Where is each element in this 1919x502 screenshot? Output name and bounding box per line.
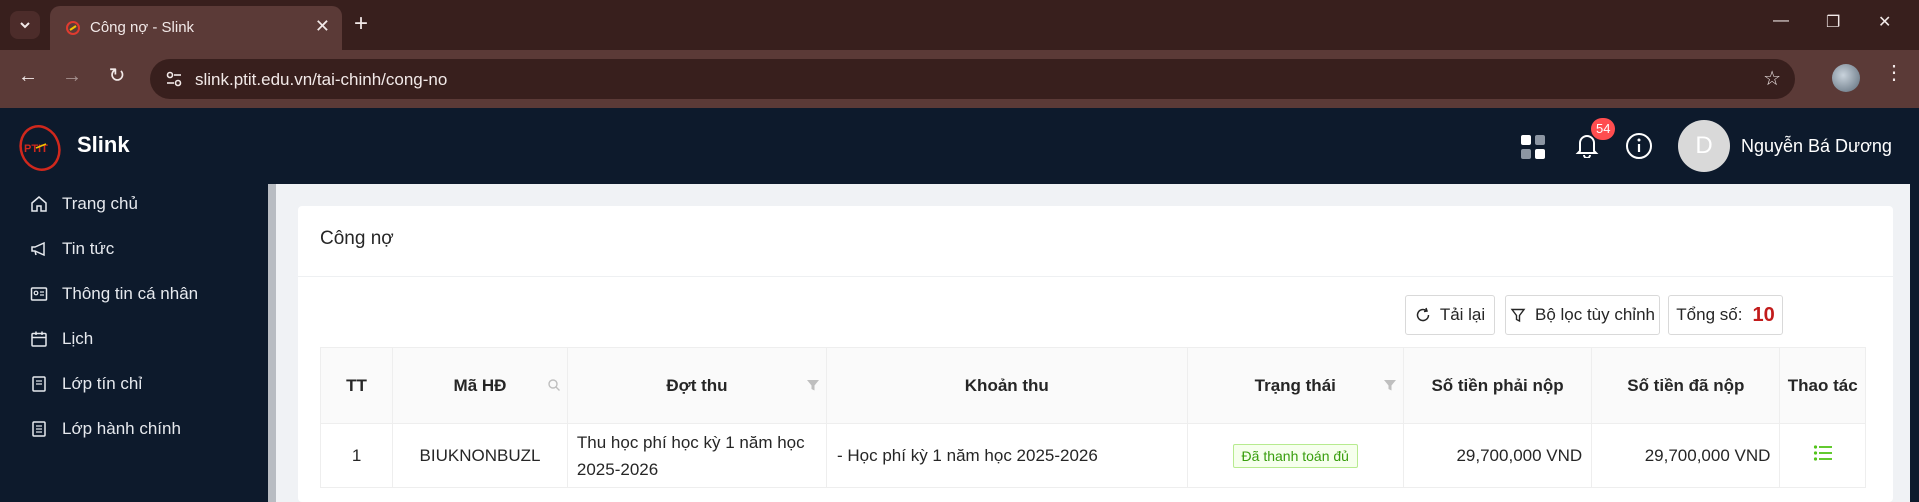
- notification-count-badge: 54: [1591, 118, 1616, 140]
- forward-arrow-icon[interactable]: →: [58, 64, 86, 88]
- filter-icon[interactable]: [806, 378, 820, 392]
- megaphone-icon: [31, 241, 45, 257]
- sidebar-item-label: Lịch: [62, 329, 94, 348]
- divider: [298, 276, 1893, 277]
- column-header-phai-nop: Số tiền phải nộp: [1402, 347, 1593, 424]
- reload-label: Tải lại: [1439, 305, 1486, 324]
- user-avatar[interactable]: D: [1678, 120, 1730, 172]
- site-favicon-icon: [66, 21, 80, 35]
- book-icon: [32, 376, 46, 392]
- browser-toolbar: ← → ↻ slink.ptit.edu.vn/tai-chinh/cong-n…: [0, 50, 1919, 108]
- cell-trang-thai: Đã thanh toán đủ: [1186, 423, 1404, 488]
- profile-avatar-icon[interactable]: [1832, 64, 1860, 92]
- sidebar: Trang chủ Tin tức Thông tin cá nhân Lịch…: [0, 184, 276, 502]
- cell-thao-tac: [1779, 423, 1866, 488]
- sidebar-item-label: Tin tức: [62, 239, 115, 258]
- sidebar-item-admin-class[interactable]: Lớp hành chính: [30, 417, 181, 441]
- bookmark-star-icon[interactable]: ☆: [1763, 66, 1781, 91]
- total-value: 10: [1752, 303, 1775, 326]
- cell-dot-thu: Thu học phí học kỳ 1 năm học 2025-2026: [566, 423, 828, 488]
- apps-grid-icon[interactable]: [1520, 134, 1546, 160]
- column-header-da-nop: Số tiền đã nộp: [1591, 347, 1781, 424]
- new-tab-button[interactable]: +: [354, 10, 368, 38]
- sidebar-item-calendar[interactable]: Lịch: [30, 327, 93, 351]
- browser-tab-active[interactable]: Công nợ - Slink ✕: [50, 6, 342, 50]
- cell-tt: 1: [319, 423, 394, 488]
- info-icon[interactable]: [1625, 132, 1653, 160]
- address-bar[interactable]: slink.ptit.edu.vn/tai-chinh/cong-no ☆: [150, 59, 1795, 99]
- page-scrollbar[interactable]: [1910, 108, 1919, 502]
- restore-icon[interactable]: ❐: [1826, 12, 1840, 32]
- reload-icon[interactable]: ↻: [103, 64, 131, 88]
- book-icon: [32, 421, 46, 437]
- column-header-thao-tac: Thao tác: [1779, 347, 1866, 424]
- tab-close-icon[interactable]: ✕: [315, 17, 330, 35]
- column-header-ma-hd[interactable]: Mã HĐ: [392, 347, 568, 424]
- reload-button[interactable]: Tải lại: [1405, 295, 1495, 335]
- home-icon: [31, 196, 47, 212]
- back-arrow-icon[interactable]: ←: [14, 64, 42, 88]
- filter-icon[interactable]: [1383, 378, 1397, 392]
- tab-title: Công nợ - Slink: [90, 19, 195, 36]
- url-text: slink.ptit.edu.vn/tai-chinh/cong-no: [195, 70, 448, 89]
- total-count-box: Tổng số: 10: [1668, 295, 1783, 335]
- window-close-icon[interactable]: ✕: [1878, 12, 1891, 32]
- page-title: Công nợ: [320, 228, 394, 249]
- search-icon[interactable]: [547, 378, 561, 392]
- sidebar-item-news[interactable]: Tin tức: [30, 237, 114, 261]
- app-header: PTIT Slink 54 D Nguyễn Bá Dương: [0, 108, 1919, 184]
- site-settings-icon[interactable]: [164, 69, 184, 89]
- sidebar-item-label: Trang chủ: [62, 194, 138, 213]
- user-name[interactable]: Nguyễn Bá Dương: [1741, 136, 1892, 157]
- sidebar-item-profile[interactable]: Thông tin cá nhân: [30, 282, 198, 306]
- debt-card: Công nợ Tải lại Bộ lọc tùy chỉnh Tổng số…: [298, 206, 1893, 502]
- filter-icon: [1510, 308, 1526, 323]
- tab-search-button[interactable]: [10, 11, 40, 39]
- table-header-row: TT Mã HĐ Đợt thu Khoản thu Trạng thái Số…: [319, 347, 1866, 424]
- table-row: 1 BIUKNONBUZL Thu học phí học kỳ 1 năm h…: [319, 423, 1866, 488]
- column-header-tt: TT: [319, 347, 394, 424]
- brand-name[interactable]: Slink: [77, 132, 130, 158]
- column-header-dot-thu[interactable]: Đợt thu: [566, 347, 828, 424]
- cell-khoan-thu: - Học phí kỳ 1 năm học 2025-2026: [826, 423, 1188, 488]
- sidebar-item-label: Lớp hành chính: [62, 419, 181, 438]
- column-header-trang-thai[interactable]: Trạng thái: [1186, 347, 1404, 424]
- sidebar-item-label: Thông tin cá nhân: [62, 284, 199, 303]
- slink-app: PTIT Slink 54 D Nguyễn Bá Dương Trang ch…: [0, 108, 1919, 502]
- sidebar-item-label: Lớp tín chỉ: [62, 374, 143, 393]
- more-menu-icon[interactable]: ⋮: [1884, 63, 1904, 83]
- browser-tab-strip: Công nợ - Slink ✕ + — ❐ ✕: [0, 0, 1919, 50]
- cell-da-nop: 29,700,000 VND: [1591, 423, 1781, 488]
- sidebar-item-credit-class[interactable]: Lớp tín chỉ: [30, 372, 142, 396]
- debt-table: TT Mã HĐ Đợt thu Khoản thu Trạng thái Số…: [319, 347, 1866, 488]
- calendar-icon: [31, 331, 47, 347]
- ptit-logo[interactable]: PTIT: [18, 118, 66, 174]
- cell-phai-nop: 29,700,000 VND: [1402, 423, 1593, 488]
- column-header-khoan-thu: Khoản thu: [826, 347, 1188, 424]
- status-badge: Đã thanh toán đủ: [1232, 443, 1358, 468]
- total-label: Tổng số:: [1676, 305, 1743, 324]
- reload-icon: [1416, 307, 1430, 322]
- sidebar-item-home[interactable]: Trang chủ: [30, 192, 138, 216]
- id-card-icon: [30, 287, 48, 301]
- minimize-icon[interactable]: —: [1773, 12, 1789, 30]
- custom-filter-button[interactable]: Bộ lọc tùy chỉnh: [1505, 295, 1660, 335]
- sidebar-scrollbar[interactable]: [268, 184, 276, 502]
- list-detail-icon[interactable]: [1813, 444, 1833, 462]
- cell-ma-hd: BIUKNONBUZL: [392, 423, 568, 488]
- chevron-down-icon: [20, 22, 30, 29]
- filter-label: Bộ lọc tùy chỉnh: [1534, 305, 1655, 324]
